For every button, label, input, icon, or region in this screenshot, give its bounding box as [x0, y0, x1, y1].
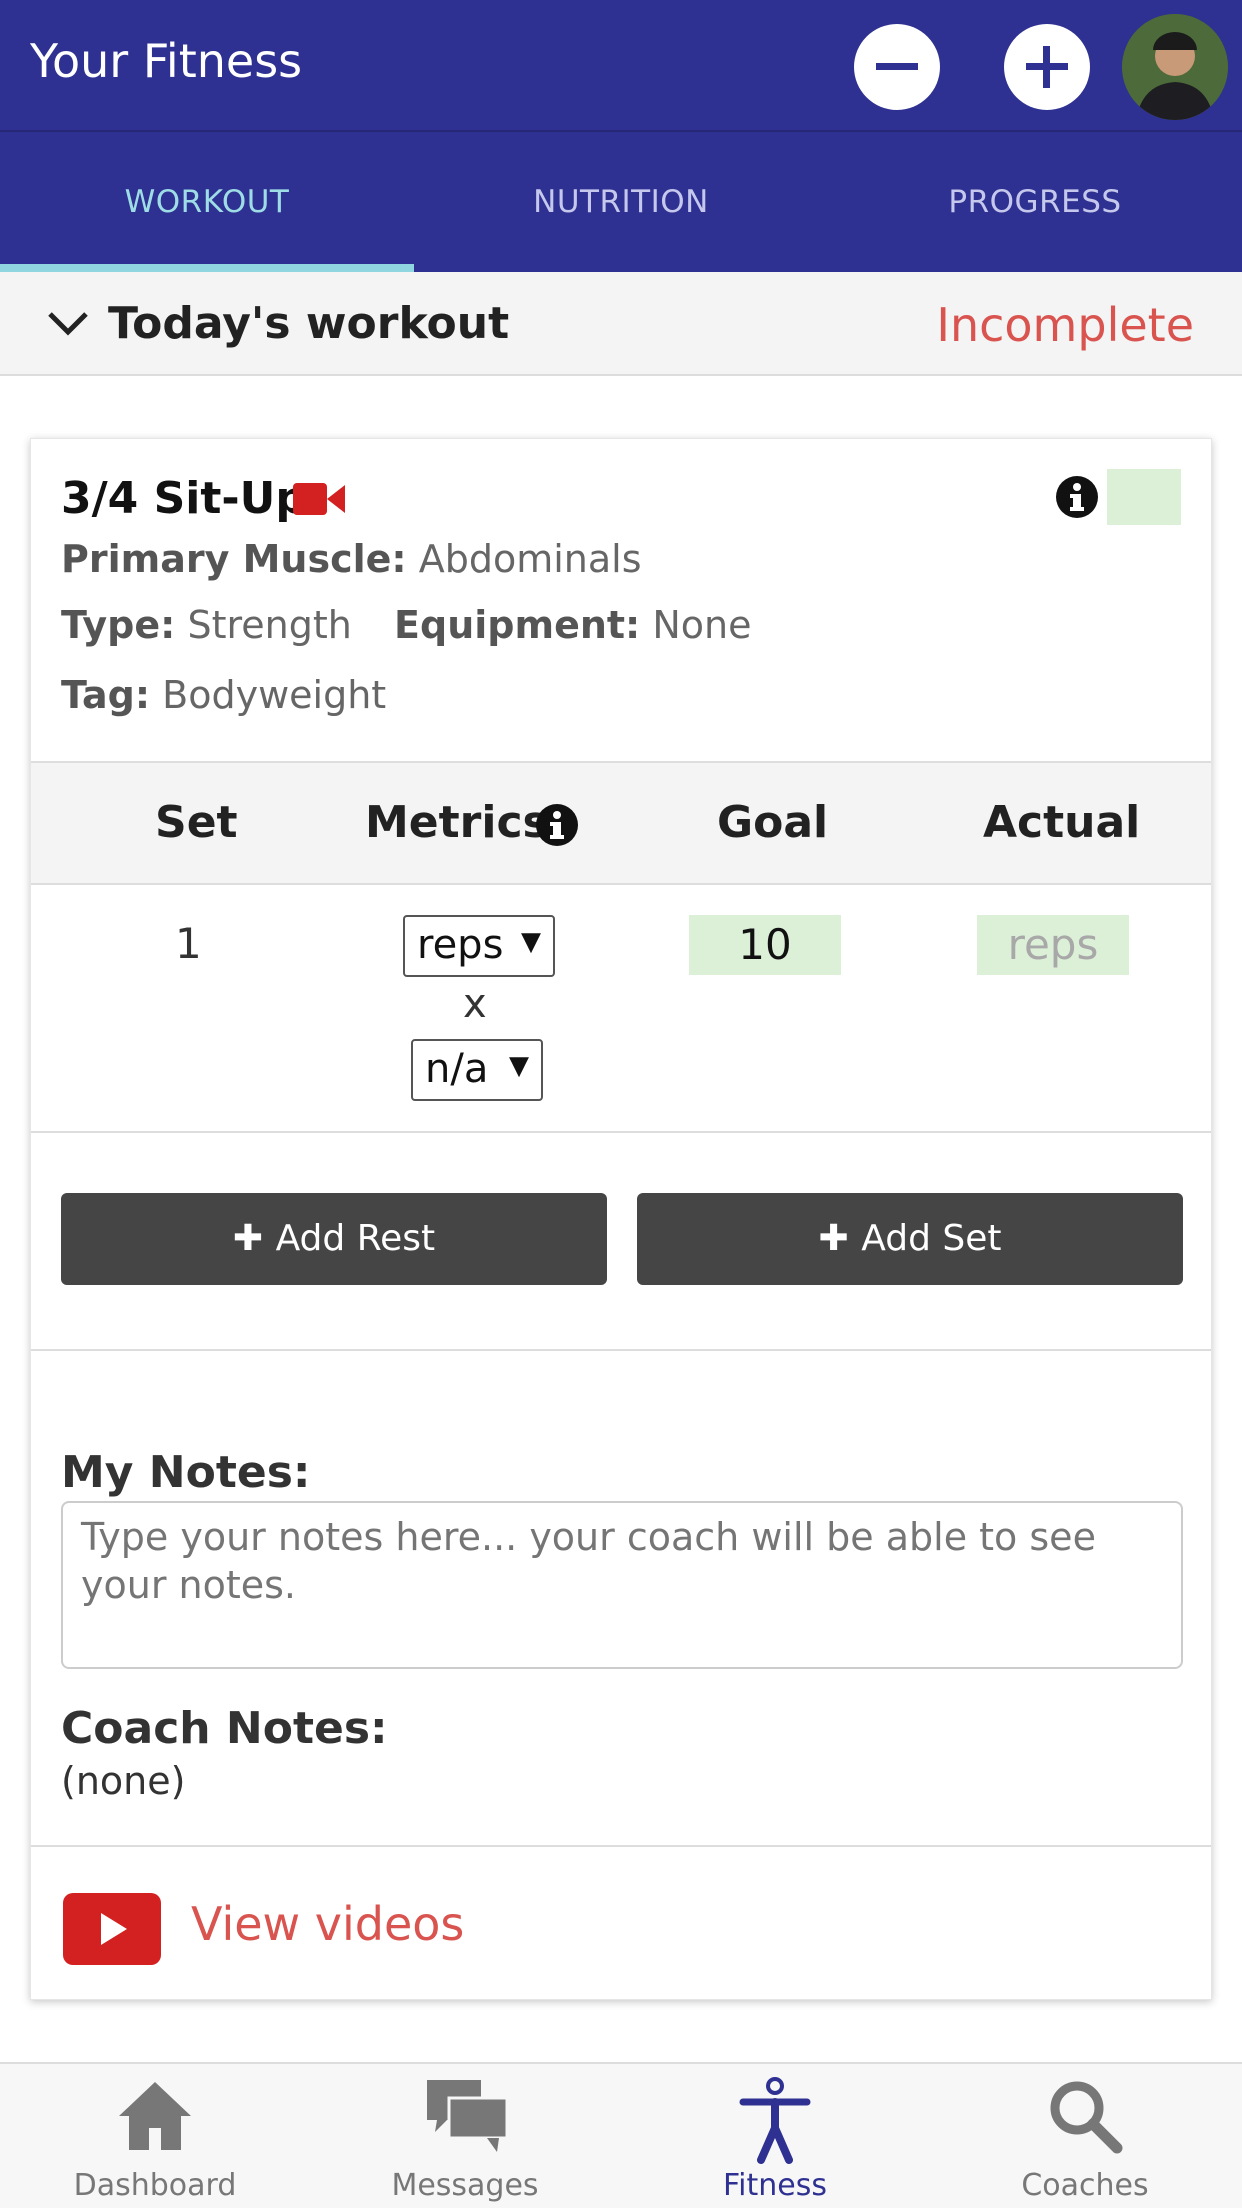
todays-workout-header[interactable]: Today's workout Incomplete	[0, 272, 1242, 376]
type-equipment-line: Type: Strength Equipment: None	[61, 603, 752, 647]
plus-icon: ✚	[818, 1218, 862, 1259]
table-row: 1 reps ▼ x n/a ▼ 10 reps	[31, 885, 1211, 1133]
plus-icon: ✚	[232, 1218, 276, 1259]
add-set-button[interactable]: ✚ Add Set	[637, 1193, 1183, 1285]
add-button[interactable]	[1004, 24, 1090, 110]
complete-checkbox[interactable]	[1107, 469, 1181, 525]
nav-dashboard[interactable]: Dashboard	[0, 2064, 310, 2208]
my-notes-input[interactable]	[61, 1501, 1183, 1669]
metric-select-primary[interactable]: reps ▼	[403, 915, 555, 977]
primary-muscle-value: Abdominals	[418, 537, 642, 581]
bottom-navigation: Dashboard Messages Fitness Coaches	[0, 2062, 1242, 2208]
remove-button[interactable]	[854, 24, 940, 110]
video-camera-icon[interactable]	[293, 481, 345, 517]
metrics-info-icon[interactable]	[535, 803, 579, 847]
equipment-value: None	[652, 603, 752, 647]
dropdown-arrow-icon: ▼	[509, 1051, 529, 1081]
section-title: Today's workout	[108, 298, 510, 349]
tab-workout[interactable]: WORKOUT	[0, 132, 414, 272]
my-notes-label: My Notes:	[61, 1447, 311, 1498]
youtube-icon[interactable]	[63, 1893, 161, 1965]
profile-photo-icon	[1122, 14, 1228, 120]
dropdown-arrow-icon: ▼	[521, 927, 541, 957]
sets-table-header: Set Metrics Goal Actual	[31, 761, 1211, 885]
active-tab-indicator	[0, 264, 414, 272]
tab-progress[interactable]: PROGRESS	[828, 132, 1242, 272]
nav-coaches[interactable]: Coaches	[930, 2064, 1240, 2208]
coach-notes-value: (none)	[61, 1759, 186, 1803]
tag-value: Bodyweight	[162, 673, 387, 717]
nav-messages[interactable]: Messages	[310, 2064, 620, 2208]
view-videos-link[interactable]: View videos	[191, 1897, 464, 1951]
search-icon	[1050, 2081, 1123, 2154]
plus-circle-icon	[1026, 46, 1068, 88]
tag-line: Tag: Bodyweight	[61, 673, 387, 717]
minus-circle-icon	[876, 63, 918, 70]
divider	[31, 1349, 1211, 1351]
exercise-card: 3/4 Sit-Up Primary Muscle: Abdominals Ty…	[30, 438, 1212, 2000]
col-actual: Actual	[983, 797, 1141, 848]
tab-nutrition[interactable]: NUTRITION	[414, 132, 828, 272]
col-metrics: Metrics	[365, 797, 549, 848]
avatar[interactable]	[1122, 14, 1228, 120]
person-icon	[739, 2077, 811, 2164]
add-rest-button[interactable]: ✚ Add Rest	[61, 1193, 607, 1285]
divider	[31, 1845, 1211, 1847]
col-goal: Goal	[717, 797, 829, 848]
nav-fitness[interactable]: Fitness	[620, 2064, 930, 2208]
set-number: 1	[175, 919, 202, 968]
multiply-label: x	[463, 981, 487, 1027]
app-title: Your Fitness	[30, 34, 303, 88]
app-bar: Your Fitness	[0, 0, 1242, 132]
exercise-name: 3/4 Sit-Up	[61, 473, 307, 524]
goal-input[interactable]: 10	[689, 915, 841, 975]
info-icon[interactable]	[1055, 475, 1099, 519]
chevron-down-icon	[48, 312, 88, 336]
home-icon	[119, 2082, 191, 2150]
tab-bar: WORKOUT NUTRITION PROGRESS	[0, 132, 1242, 272]
metric-select-secondary[interactable]: n/a ▼	[411, 1039, 543, 1101]
type-value: Strength	[187, 603, 352, 647]
col-set: Set	[155, 797, 238, 848]
status-badge: Incomplete	[936, 298, 1194, 352]
coach-notes-label: Coach Notes:	[61, 1703, 388, 1754]
actual-input[interactable]: reps	[977, 915, 1129, 975]
primary-muscle-line: Primary Muscle: Abdominals	[61, 537, 642, 581]
chat-icon	[427, 2080, 509, 2152]
